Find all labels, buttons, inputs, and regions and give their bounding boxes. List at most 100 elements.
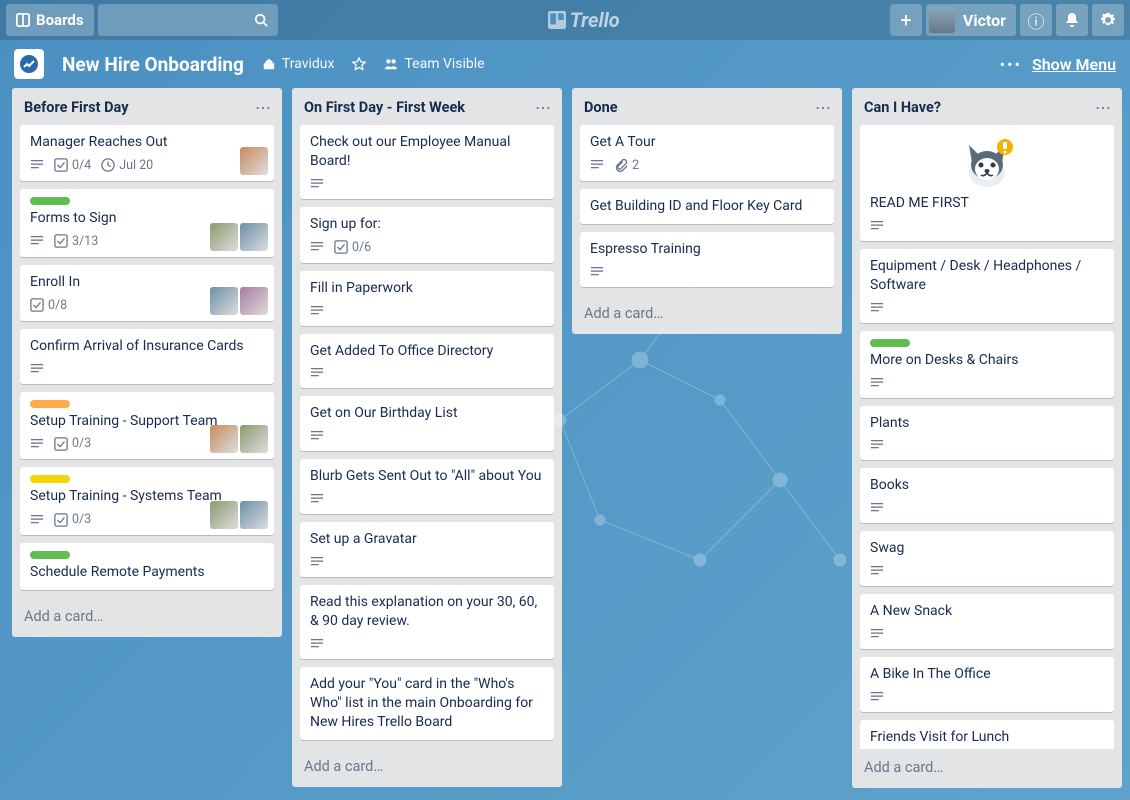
- member-avatar[interactable]: [210, 425, 238, 453]
- info-button[interactable]: ⓘ: [1020, 4, 1052, 36]
- card-labels: [30, 197, 264, 205]
- card[interactable]: Setup Training - Systems Team0/3: [20, 467, 274, 535]
- card[interactable]: Schedule Remote Payments: [20, 543, 274, 590]
- add-card-button[interactable]: Add a card…: [292, 748, 562, 787]
- card[interactable]: Fill in Paperwork: [300, 271, 554, 326]
- card[interactable]: Get Building ID and Floor Key Card: [580, 189, 834, 224]
- plus-icon: +: [900, 8, 911, 32]
- member-avatar[interactable]: [240, 287, 268, 315]
- show-menu-button[interactable]: Show Menu: [1032, 55, 1116, 74]
- card-labels: [30, 475, 264, 483]
- due-badge: Jul 20: [101, 158, 153, 173]
- card[interactable]: Confirm Arrival of Insurance Cards: [20, 329, 274, 384]
- card[interactable]: More on Desks & Chairs: [860, 331, 1114, 398]
- list-title[interactable]: On First Day - First Week: [304, 99, 535, 116]
- card[interactable]: A New Snack: [860, 594, 1114, 649]
- member-avatar[interactable]: [240, 147, 268, 175]
- create-button[interactable]: +: [890, 4, 922, 36]
- visibility-button[interactable]: Team Visible: [384, 56, 484, 72]
- card-title: Books: [870, 476, 1104, 495]
- card-title: Set up a Gravatar: [310, 530, 544, 549]
- more-icon[interactable]: •••: [1000, 55, 1022, 74]
- card-title: Schedule Remote Payments: [30, 563, 264, 582]
- card[interactable]: Forms to Sign3/13: [20, 189, 274, 257]
- notifications-button[interactable]: [1056, 4, 1088, 36]
- card[interactable]: Plants: [860, 406, 1114, 461]
- checklist-badge: 0/8: [30, 298, 67, 313]
- card-title: Friends Visit for Lunch: [870, 728, 1104, 747]
- member-avatar[interactable]: [210, 223, 238, 251]
- card[interactable]: Books: [860, 468, 1114, 523]
- member-avatar[interactable]: [210, 287, 238, 315]
- member-avatar[interactable]: [240, 425, 268, 453]
- card-labels: [30, 400, 264, 408]
- label-orange[interactable]: [30, 400, 70, 408]
- description-badge: [310, 240, 324, 254]
- list-menu-button[interactable]: ⋯: [535, 98, 552, 117]
- member-avatar[interactable]: [210, 501, 238, 529]
- card[interactable]: Espresso Training: [580, 232, 834, 287]
- card-title: Plants: [870, 414, 1104, 433]
- card[interactable]: Get Added To Office Directory: [300, 334, 554, 389]
- card-title: Blurb Gets Sent Out to "All" about You: [310, 467, 544, 486]
- card-title: A New Snack: [870, 602, 1104, 621]
- star-button[interactable]: [352, 57, 366, 71]
- card[interactable]: Get A Tour2: [580, 125, 834, 181]
- brand-logo[interactable]: Trello: [282, 8, 886, 32]
- list-menu-button[interactable]: ⋯: [1095, 98, 1112, 117]
- card[interactable]: Setup Training - Support Team0/3: [20, 392, 274, 460]
- avatar: [929, 7, 955, 33]
- info-icon: ⓘ: [1028, 8, 1045, 33]
- description-badge: [310, 304, 324, 318]
- member-avatar[interactable]: [240, 501, 268, 529]
- card-title: Fill in Paperwork: [310, 279, 544, 298]
- card[interactable]: Read this explanation on your 30, 60, & …: [300, 585, 554, 659]
- list-menu-button[interactable]: ⋯: [255, 98, 272, 117]
- user-menu[interactable]: Victor: [926, 4, 1016, 36]
- card[interactable]: READ ME FIRST: [860, 125, 1114, 241]
- card[interactable]: Sign up for:0/6: [300, 207, 554, 263]
- settings-button[interactable]: [1092, 4, 1124, 36]
- boards-button[interactable]: Boards: [6, 4, 94, 36]
- board-title[interactable]: New Hire Onboarding: [62, 53, 244, 76]
- card[interactable]: Blurb Gets Sent Out to "All" about You: [300, 459, 554, 514]
- checklist-badge: 0/6: [334, 240, 371, 255]
- description-badge: [30, 362, 44, 376]
- checklist-badge: 0/3: [54, 436, 91, 451]
- description-badge: [30, 513, 44, 527]
- add-card-button[interactable]: Add a card…: [572, 295, 842, 334]
- card[interactable]: Manager Reaches Out0/4Jul 20: [20, 125, 274, 181]
- card[interactable]: A Bike In The Office: [860, 657, 1114, 712]
- label-green[interactable]: [30, 551, 70, 559]
- member-avatar[interactable]: [240, 223, 268, 251]
- card-title: Get on Our Birthday List: [310, 404, 544, 423]
- add-card-button[interactable]: Add a card…: [852, 749, 1122, 788]
- card[interactable]: Enroll In0/8: [20, 265, 274, 321]
- card[interactable]: Check out our Employee Manual Board!: [300, 125, 554, 199]
- label-green[interactable]: [870, 339, 910, 347]
- husky-icon: [870, 133, 1104, 188]
- description-badge: [590, 158, 604, 172]
- list: Can I Have?⋯ READ ME FIRST Equipment / Des…: [852, 88, 1122, 788]
- list-title[interactable]: Can I Have?: [864, 99, 1095, 116]
- list-title[interactable]: Done: [584, 99, 815, 116]
- add-card-button[interactable]: Add a card…: [12, 598, 282, 637]
- card[interactable]: Set up a Gravatar: [300, 522, 554, 577]
- team-link[interactable]: Travidux: [262, 56, 335, 72]
- card[interactable]: Friends Visit for Lunch: [860, 720, 1114, 749]
- card[interactable]: Add your "You" card in the "Who's Who" l…: [300, 667, 554, 740]
- search-input[interactable]: [98, 4, 278, 36]
- description-badge: [310, 429, 324, 443]
- list-title[interactable]: Before First Day: [24, 99, 255, 116]
- card-title: Swag: [870, 539, 1104, 558]
- list-cards: Manager Reaches Out0/4Jul 20 Forms to Sig…: [12, 125, 282, 598]
- description-badge: [30, 234, 44, 248]
- card-members: [210, 501, 268, 529]
- board-canvas[interactable]: Before First Day⋯Manager Reaches Out0/4J…: [0, 88, 1130, 800]
- card[interactable]: Equipment / Desk / Headphones / Software: [860, 249, 1114, 323]
- card[interactable]: Get on Our Birthday List: [300, 396, 554, 451]
- label-yellow[interactable]: [30, 475, 70, 483]
- card[interactable]: Swag: [860, 531, 1114, 586]
- list-menu-button[interactable]: ⋯: [815, 98, 832, 117]
- label-green[interactable]: [30, 197, 70, 205]
